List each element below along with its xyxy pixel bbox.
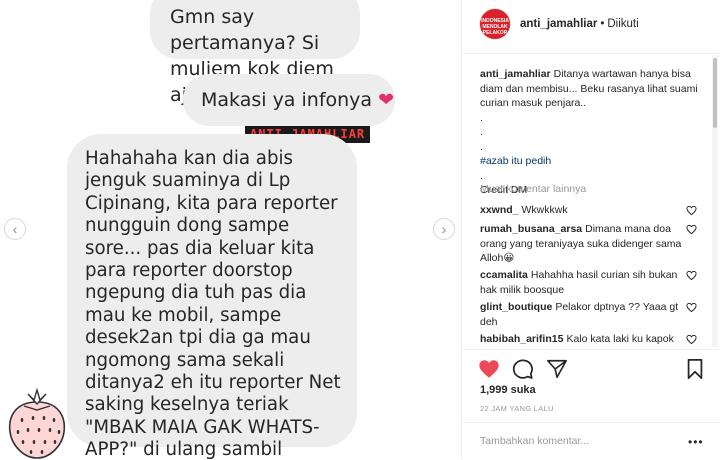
strawberry-icon <box>8 388 66 459</box>
caption-username-link[interactable]: anti_jamahliar <box>480 68 551 80</box>
caption: anti_jamahliar Ditanya wartawan hanya bis… <box>480 67 702 198</box>
heart-emoji-icon: ❤ <box>378 89 394 111</box>
post-sidebar: INDONESIA MENOLAK PELAKOR anti_jamahliar… <box>462 0 720 459</box>
next-image-button[interactable]: › <box>433 218 455 240</box>
post-timestamp[interactable]: 22 JAM YANG LALU <box>480 404 554 413</box>
comments-panel[interactable]: anti_jamahliar Ditanya wartawan hanya bis… <box>462 55 709 347</box>
comment-icon[interactable] <box>512 358 534 380</box>
bookmark-icon[interactable] <box>684 358 706 380</box>
post-image[interactable]: Gmn say pertamanya? Si muljem kok diem a… <box>0 0 461 459</box>
add-comment-input[interactable] <box>480 433 670 449</box>
comment-username-link[interactable]: rumah_busana_arsa <box>480 223 582 235</box>
comment-like-heart-icon[interactable] <box>686 302 697 313</box>
comment-item: rumah_busana_arsa Dimana mana doa orang y… <box>480 222 688 266</box>
comment-username-link[interactable]: xxwnd_ <box>480 204 519 216</box>
chat-bubble-thanks: Makasi ya infonya ❤ <box>183 74 395 126</box>
chat-bubble-thanks-text: Makasi ya infonya <box>201 89 373 111</box>
comment-username-link[interactable]: habibah_arifin15 <box>480 333 563 345</box>
comment-like-heart-icon[interactable] <box>686 224 697 235</box>
follow-status-button[interactable]: Diikuti <box>607 18 638 30</box>
like-heart-icon[interactable] <box>478 358 500 380</box>
comment-text: Wkwkkwk <box>521 204 568 216</box>
comment-item: habibah_arifin15 Kalo kata laki ku kapok <box>480 332 688 347</box>
caption-line: . <box>480 126 483 138</box>
caption-line: . <box>480 140 483 153</box>
action-bar <box>462 349 720 386</box>
comment-like-heart-icon[interactable] <box>686 270 697 281</box>
comments-scrollbar-thumb[interactable] <box>713 58 717 128</box>
chat-bubble-question: Gmn say pertamanya? Si muljem kok diem a… <box>150 0 360 106</box>
comment-like-heart-icon[interactable] <box>686 205 697 216</box>
comment-item: glint_boutique Pelakor dptnya ?? Yaaa gt … <box>480 300 688 329</box>
add-comment-bar: ••• <box>462 422 720 460</box>
more-options-icon[interactable]: ••• <box>688 435 704 449</box>
comment-text: Kalo kata laki ku kapok <box>566 333 674 345</box>
header-separator: • <box>600 18 605 30</box>
avatar[interactable]: INDONESIA MENOLAK PELAKOR <box>479 8 511 40</box>
caption-line: . <box>480 111 483 124</box>
header-username-link[interactable]: anti_jamahliar <box>520 18 597 30</box>
chat-bubble-reply: Hahahaha kan dia abis jenguk suaminya di… <box>67 134 357 459</box>
comment-username-link[interactable]: ccamalita <box>480 269 528 281</box>
header-user-line: anti_jamahliar • Diikuti <box>520 18 639 30</box>
likes-count[interactable]: 1,999 suka <box>480 384 536 396</box>
comment-like-heart-icon[interactable] <box>686 334 697 345</box>
previous-image-button[interactable]: ‹ <box>4 218 26 240</box>
comment-item: xxwnd_ Wkwkkwk <box>480 203 688 218</box>
caption-hashtag-line[interactable]: #azab itu pedih <box>480 154 702 169</box>
comment-item: ccamalita Hahahha hasil curian sih bukan … <box>480 268 688 297</box>
caption-line: . <box>480 169 483 182</box>
comment-username-link[interactable]: glint_boutique <box>480 301 552 313</box>
post-header: INDONESIA MENOLAK PELAKOR anti_jamahliar… <box>462 0 720 54</box>
load-more-comments-button[interactable]: Muat komentar lainnya <box>480 183 586 195</box>
share-icon[interactable] <box>546 358 568 380</box>
